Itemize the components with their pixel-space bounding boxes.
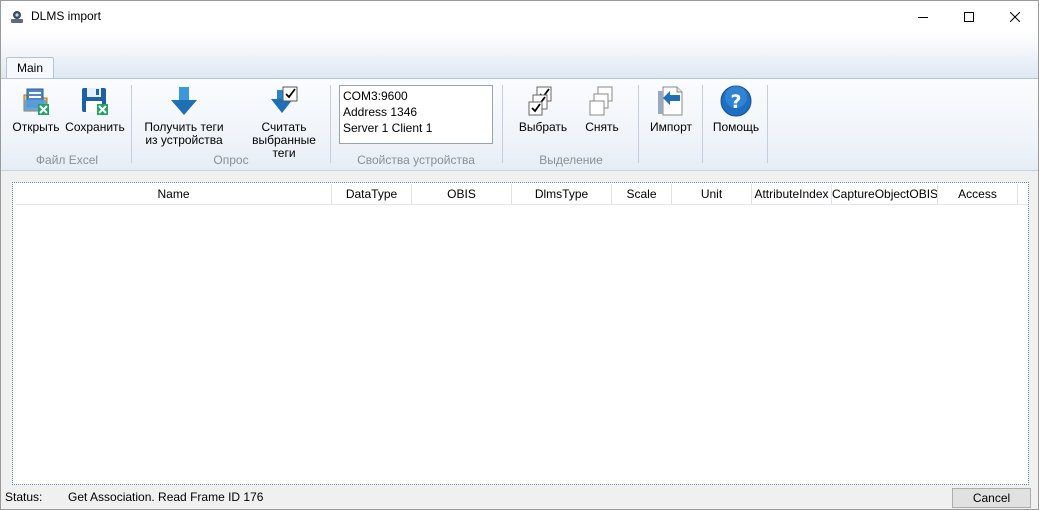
deselect-label: Снять <box>585 120 619 134</box>
tab-main[interactable]: Main <box>6 57 54 80</box>
dlms-app-icon <box>9 9 25 25</box>
minimize-button[interactable] <box>900 1 946 32</box>
device-properties-box[interactable]: COM3:9600 Address 1346 Server 1 Client 1 <box>339 85 493 144</box>
tags-grid[interactable]: Name DataType OBIS DlmsType Scale Unit A… <box>12 182 1029 485</box>
group-label-device: Свойства устройства <box>357 153 475 167</box>
save-label: Сохранить <box>65 120 125 134</box>
open-label: Открыть <box>12 120 60 134</box>
close-button[interactable] <box>992 1 1038 32</box>
read-selected-tags-button[interactable]: Считать выбранные теги <box>243 85 325 160</box>
column-header-scale[interactable]: Scale <box>612 184 672 204</box>
ribbon-separator <box>767 85 768 163</box>
close-icon <box>1010 11 1020 22</box>
status-text: Get Association. Read Frame ID 176 <box>68 490 264 504</box>
minimize-icon <box>918 12 928 22</box>
dlms-import-window: DLMS import Main Открыть Сохранить Файл … <box>0 0 1039 510</box>
ribbon-separator <box>330 85 331 163</box>
deselect-icon <box>586 85 618 117</box>
ribbon-separator <box>502 85 503 163</box>
select-all-icon <box>527 85 559 117</box>
device-address: Address 1346 <box>343 105 418 119</box>
column-header-unit[interactable]: Unit <box>672 184 752 204</box>
help-icon: ? <box>720 85 752 117</box>
import-icon <box>655 85 687 117</box>
open-excel-icon <box>20 85 52 117</box>
save-excel-icon <box>79 85 111 117</box>
help-label: Помощь <box>712 120 760 134</box>
maximize-button[interactable] <box>946 1 992 32</box>
maximize-icon <box>964 11 974 22</box>
grid-header: Name DataType OBIS DlmsType Scale Unit A… <box>16 184 1028 205</box>
import-button[interactable]: Импорт <box>646 85 696 134</box>
get-tags-button[interactable]: Получить теги из устройства <box>141 85 227 147</box>
deselect-button[interactable]: Снять <box>577 85 627 134</box>
ribbon-separator <box>702 85 703 163</box>
ribbon-panel: Открыть Сохранить Файл Excel Получить те… <box>1 78 1038 171</box>
import-label: Импорт <box>650 120 692 134</box>
group-label-selection: Выделение <box>539 153 603 167</box>
column-header-dlmstype[interactable]: DlmsType <box>512 184 612 204</box>
help-button[interactable]: ? Помощь <box>710 85 762 134</box>
window-title: DLMS import <box>31 9 102 23</box>
column-header-access[interactable]: Access <box>938 184 1018 204</box>
read-selected-icon <box>268 85 300 117</box>
column-header-attributeindex[interactable]: AttributeIndex <box>752 184 832 204</box>
save-button[interactable]: Сохранить <box>64 85 126 134</box>
device-port: COM3:9600 <box>343 89 408 103</box>
ribbon-separator <box>131 85 132 163</box>
column-header-captureobjectobis[interactable]: CaptureObjectOBIS <box>832 184 938 204</box>
ribbon-tab-strip: Main <box>1 32 1038 80</box>
open-button[interactable]: Открыть <box>10 85 62 134</box>
ribbon-separator <box>638 85 639 163</box>
status-label: Status: <box>5 490 43 504</box>
device-server-client: Server 1 Client 1 <box>343 121 433 135</box>
column-header-datatype[interactable]: DataType <box>332 184 412 204</box>
download-arrow-icon <box>168 85 200 117</box>
title-bar[interactable]: DLMS import <box>1 1 1038 32</box>
column-header-name[interactable]: Name <box>16 184 332 204</box>
cancel-button[interactable]: Cancel <box>952 488 1031 508</box>
svg-text:?: ? <box>730 91 741 113</box>
select-button[interactable]: Выбрать <box>516 85 570 134</box>
get-tags-label-line2: из устройства <box>145 133 223 147</box>
group-label-poll: Опрос <box>213 153 249 167</box>
group-label-excel: Файл Excel <box>35 153 99 167</box>
select-label: Выбрать <box>518 120 568 134</box>
column-header-obis[interactable]: OBIS <box>412 184 512 204</box>
